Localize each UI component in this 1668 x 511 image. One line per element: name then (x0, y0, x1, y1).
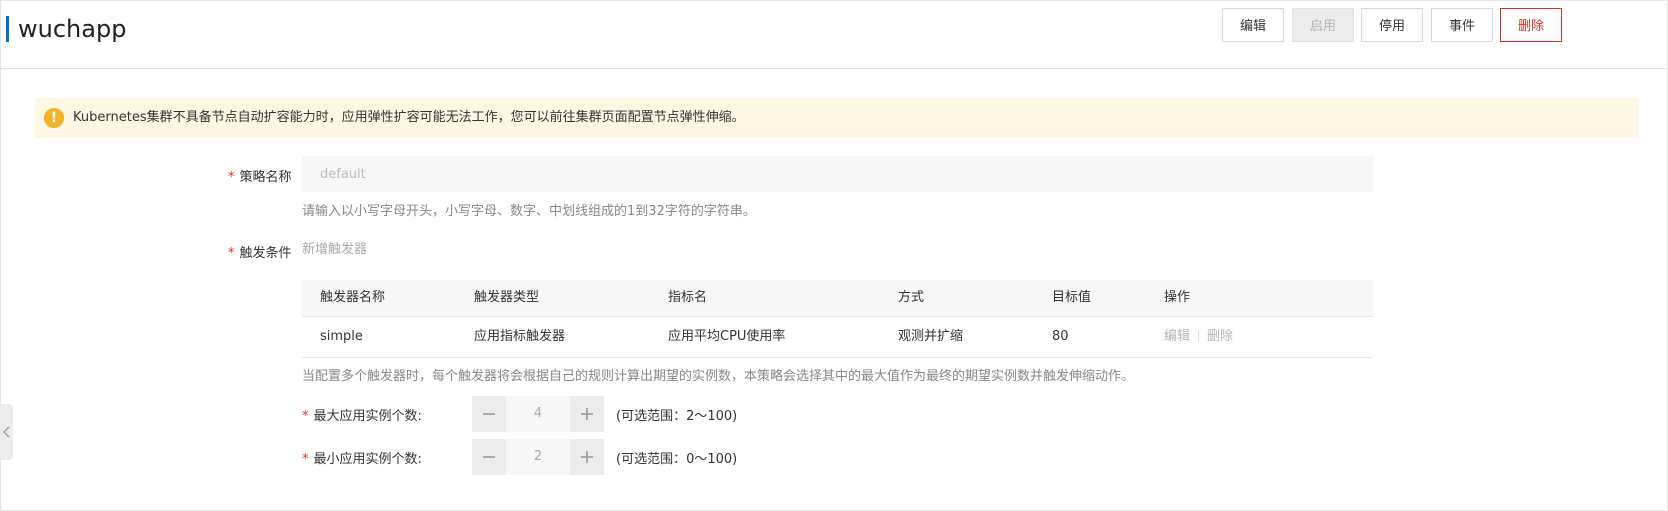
column-header-target: 目标值 (1052, 290, 1092, 305)
trigger-type-cell: 应用指标触发器 (474, 329, 566, 344)
trigger-actions-cell: 编辑 删除 (1164, 317, 1233, 357)
max-increment-button[interactable] (570, 396, 604, 432)
table-row: simple 应用指标触发器 应用平均CPU使用率 观测并扩缩 80 编辑 删除 (302, 317, 1373, 358)
column-header-metric: 指标名 (668, 290, 708, 305)
column-header-name: 触发器名称 (320, 290, 386, 305)
plus-icon (581, 408, 593, 420)
max-decrement-button[interactable] (472, 396, 506, 432)
trigger-hint: 当配置多个触发器时，每个触发器将会根据自己的规则计算出期望的实例数，本策略会选择… (302, 369, 1135, 384)
max-instances-label-text: 最大应用实例个数: (313, 409, 422, 424)
edit-button[interactable]: 编辑 (1222, 8, 1284, 42)
table-header: 触发器名称 触发器类型 指标名 方式 目标值 操作 (302, 280, 1373, 317)
min-instances-value[interactable]: 2 (506, 439, 570, 475)
min-instances-label-text: 最小应用实例个数: (313, 452, 422, 467)
required-mark: * (228, 246, 235, 261)
column-header-mode: 方式 (898, 290, 925, 305)
alert-text: Kubernetes集群不具备节点自动扩容能力时，应用弹性扩容可能无法工作，您可… (73, 110, 745, 125)
chevron-left-icon (3, 426, 10, 438)
page-title: wuchapp (18, 15, 127, 43)
required-mark: * (302, 452, 309, 467)
trigger-target-cell: 80 (1052, 329, 1069, 344)
warning-alert: ! Kubernetes集群不具备节点自动扩容能力时，应用弹性扩容可能无法工作，… (35, 98, 1639, 138)
trigger-label-text: 触发条件 (239, 246, 292, 261)
row-delete-link[interactable]: 删除 (1207, 329, 1233, 344)
min-instances-label: * 最小应用实例个数: (302, 448, 422, 467)
add-trigger-link[interactable]: 新增触发器 (302, 238, 367, 257)
min-instances-range: (可选范围：0～100) (616, 452, 738, 467)
trigger-name-cell: simple (320, 329, 363, 344)
title-accent-bar (6, 16, 9, 42)
page-header: wuchapp 编辑 启用 停用 事件 删除 (0, 0, 1668, 69)
min-increment-button[interactable] (570, 439, 604, 475)
trigger-label: * 触发条件 (228, 242, 292, 261)
required-mark: * (228, 170, 235, 185)
minus-icon (483, 413, 495, 415)
min-decrement-button[interactable] (472, 439, 506, 475)
sidebar-collapse-handle[interactable] (0, 404, 13, 460)
policy-name-input[interactable] (302, 156, 1373, 192)
max-instances-value[interactable]: 4 (506, 396, 570, 432)
enable-button[interactable]: 启用 (1292, 8, 1354, 42)
action-divider (1198, 330, 1200, 343)
delete-button[interactable]: 删除 (1500, 8, 1562, 42)
plus-icon (581, 451, 593, 463)
column-header-actions: 操作 (1164, 290, 1191, 305)
policy-name-label-text: 策略名称 (239, 170, 292, 185)
min-instances-stepper: 2 (472, 439, 604, 475)
policy-name-label: * 策略名称 (228, 166, 292, 185)
max-instances-stepper: 4 (472, 396, 604, 432)
trigger-table: 触发器名称 触发器类型 指标名 方式 目标值 操作 simple 应用指标触发器… (302, 280, 1373, 358)
warning-icon: ! (44, 108, 64, 128)
max-instances-label: * 最大应用实例个数: (302, 405, 422, 424)
events-button[interactable]: 事件 (1431, 8, 1493, 42)
max-instances-range: (可选范围：2～100) (616, 409, 738, 424)
required-mark: * (302, 409, 309, 424)
disable-button[interactable]: 停用 (1361, 8, 1423, 42)
policy-name-hint: 请输入以小写字母开头，小写字母、数字、中划线组成的1到32字符的字符串。 (302, 204, 756, 219)
row-edit-link[interactable]: 编辑 (1164, 329, 1190, 344)
column-header-type: 触发器类型 (474, 290, 540, 305)
minus-icon (483, 456, 495, 458)
trigger-mode-cell: 观测并扩缩 (898, 329, 964, 344)
trigger-metric-cell: 应用平均CPU使用率 (668, 329, 786, 344)
